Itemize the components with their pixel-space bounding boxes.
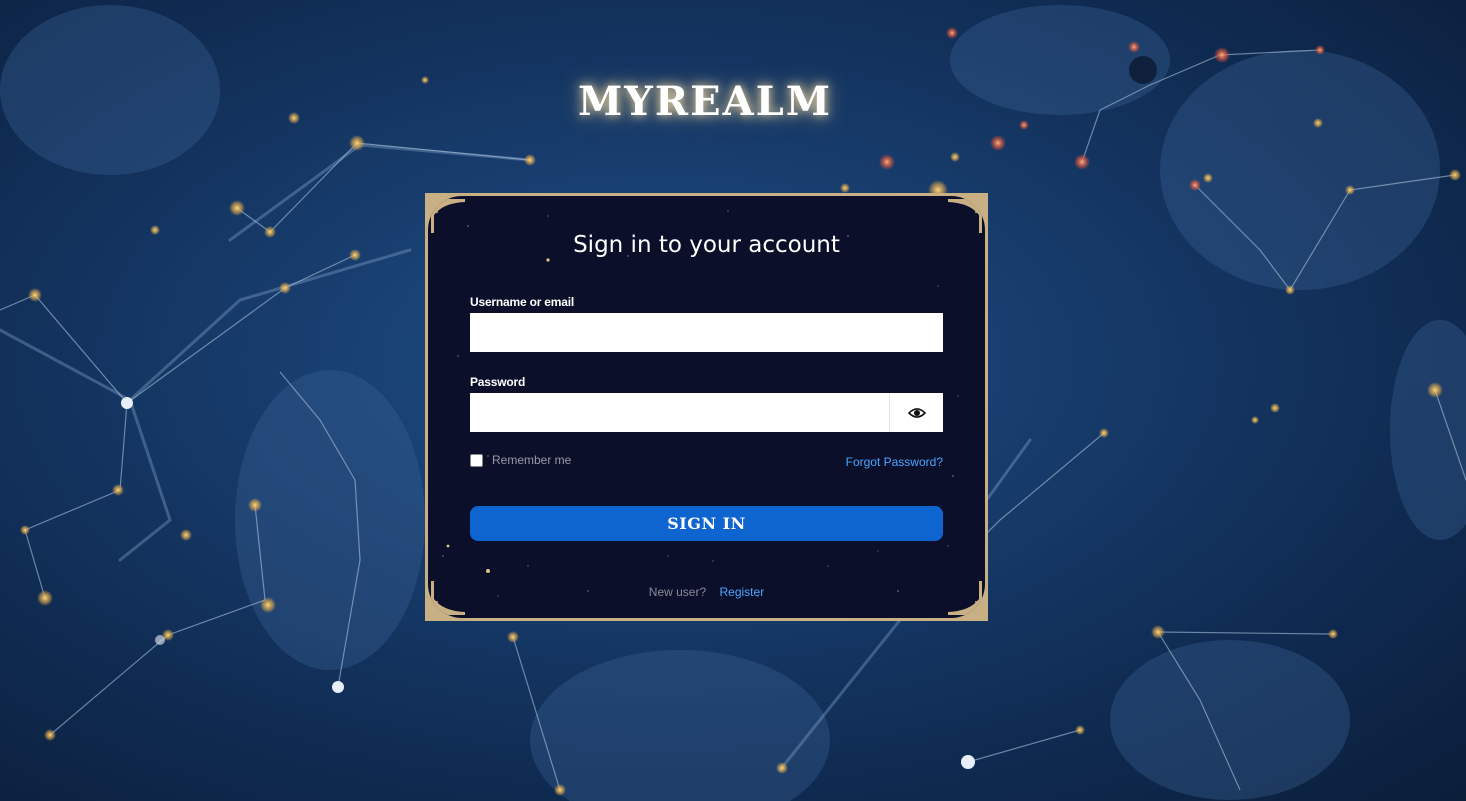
brand-logo: MYREALM [578,78,832,125]
username-input[interactable] [470,313,943,352]
register-row: New user? Register [428,585,985,599]
login-card: Sign in to your account Username or emai… [425,193,988,621]
show-password-button[interactable] [889,393,943,432]
sign-in-button[interactable]: SIGN IN [470,506,943,541]
register-link[interactable]: Register [720,585,765,599]
eye-icon [907,407,926,418]
password-input[interactable] [470,393,889,432]
login-title: Sign in to your account [573,232,840,258]
remember-me-label: Remember me [492,453,572,467]
new-user-text: New user? [648,585,707,599]
ornament-corner-top-left [431,199,465,233]
username-label: Username or email [470,295,574,309]
login-card-panel: Sign in to your account Username or emai… [428,196,985,618]
remember-me-checkbox[interactable] [470,453,483,467]
password-label: Password [470,375,526,389]
forgot-password-link[interactable]: Forgot Password? [846,455,943,469]
remember-me-row[interactable]: Remember me [470,453,571,467]
ornament-corner-top-right [948,199,982,233]
